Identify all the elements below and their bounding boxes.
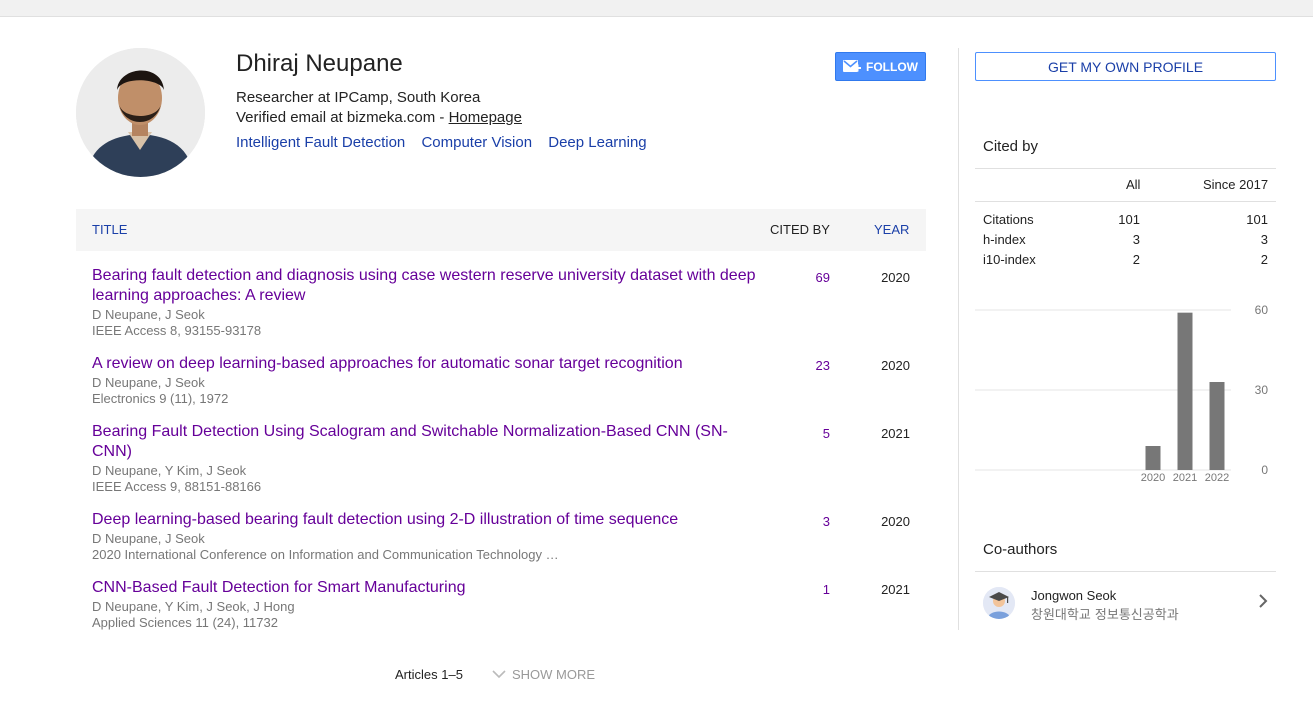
coauthor-item[interactable]: Jongwon Seok 창원대학교 정보통신공학과 [975, 583, 1276, 625]
profile-name: Dhiraj Neupane [236, 50, 403, 77]
get-my-own-profile-button[interactable]: GET MY OWN PROFILE [975, 52, 1276, 81]
show-more-button[interactable]: SHOW MORE [492, 667, 595, 682]
interest-link[interactable]: Intelligent Fault Detection [236, 134, 405, 151]
table-header: TITLE CITED BY YEAR [76, 209, 926, 251]
profile-avatar [76, 48, 205, 177]
metric-label[interactable]: i10-index [983, 252, 1036, 267]
article-authors: D Neupane, J Seok [92, 531, 205, 546]
table-row: Deep learning-based bearing fault detect… [76, 510, 926, 564]
col-header-since: Since 2017 [1203, 177, 1269, 192]
y-tick-label: 0 [1261, 463, 1268, 477]
article-year: 2020 [881, 270, 910, 285]
column-divider [958, 48, 959, 630]
divider [975, 168, 1276, 169]
article-title[interactable]: Deep learning-based bearing fault detect… [92, 510, 760, 530]
cited-by-title: Cited by [983, 138, 1039, 155]
metric-all: 101 [1118, 212, 1140, 227]
cited-count[interactable]: 69 [816, 270, 830, 285]
follow-label: FOLLOW [866, 59, 918, 74]
col-header-all: All [1126, 177, 1141, 192]
divider [975, 571, 1276, 572]
coauthor-affiliation: 창원대학교 정보통신공학과 [1031, 608, 1179, 623]
metric-since: 3 [1260, 232, 1268, 247]
articles-range: Articles 1–5 [395, 667, 463, 682]
sort-by-title[interactable]: TITLE [92, 222, 127, 237]
article-source: IEEE Access 9, 88151-88166 [92, 479, 262, 494]
article-title[interactable]: Bearing fault detection and diagnosis us… [92, 266, 760, 306]
divider [975, 201, 1276, 202]
table-row: A review on deep learning-based approach… [76, 354, 926, 408]
coauthor-name: Jongwon Seok [1031, 588, 1117, 603]
article-authors: D Neupane, J Seok [92, 307, 205, 322]
mail-icon [843, 59, 861, 72]
article-year: 2021 [881, 582, 910, 597]
article-authors: D Neupane, Y Kim, J Seok [92, 463, 247, 478]
article-year: 2020 [881, 358, 910, 373]
coauthors-title: Co-authors [983, 541, 1058, 558]
sort-by-cited[interactable]: CITED BY [770, 222, 830, 237]
article-source: IEEE Access 8, 93155-93178 [92, 323, 262, 338]
coauthor-avatar [983, 587, 1015, 619]
homepage-link[interactable]: Homepage [449, 109, 522, 126]
table-row: Bearing fault detection and diagnosis us… [76, 266, 926, 340]
top-bar [0, 0, 1313, 17]
y-tick-label: 60 [1255, 303, 1269, 317]
cited-count[interactable]: 23 [816, 358, 830, 373]
table-row: Bearing Fault Detection Using Scalogram … [76, 422, 926, 496]
metric-since: 2 [1260, 252, 1268, 267]
follow-button[interactable]: FOLLOW [835, 52, 926, 81]
cited-count[interactable]: 1 [823, 582, 830, 597]
chart-bar-2022[interactable] [1209, 382, 1225, 470]
show-more-label: SHOW MORE [512, 667, 596, 682]
chart-bar-2021[interactable] [1177, 312, 1193, 470]
interest-link[interactable]: Computer Vision [421, 134, 532, 151]
x-tick-label: 2021 [1173, 472, 1197, 484]
article-title[interactable]: Bearing Fault Detection Using Scalogram … [92, 422, 760, 462]
email-text: Verified email at bizmeka.com - [236, 109, 449, 126]
cited-count[interactable]: 3 [823, 514, 830, 529]
cited-count[interactable]: 5 [823, 426, 830, 441]
metric-since: 101 [1246, 212, 1268, 227]
y-tick-label: 30 [1255, 383, 1269, 397]
article-title[interactable]: A review on deep learning-based approach… [92, 354, 760, 374]
article-source: Electronics 9 (11), 1972 [92, 391, 229, 406]
chart-bar-2020[interactable] [1145, 446, 1161, 470]
chevron-right-icon [1259, 594, 1268, 608]
profile-email: Verified email at bizmeka.com - Homepage [236, 109, 522, 126]
article-year: 2021 [881, 426, 910, 441]
sort-by-year[interactable]: YEAR [874, 222, 909, 237]
chevron-down-icon [492, 670, 506, 679]
x-tick-label: 2020 [1141, 472, 1165, 484]
article-authors: D Neupane, Y Kim, J Seok, J Hong [92, 599, 295, 614]
profile-affiliation: Researcher at IPCamp, South Korea [236, 89, 481, 106]
table-row: CNN-Based Fault Detection for Smart Manu… [76, 578, 926, 632]
interest-link[interactable]: Deep Learning [548, 134, 646, 151]
research-interests: Intelligent Fault Detection Computer Vis… [236, 134, 659, 151]
metric-label[interactable]: Citations [983, 212, 1034, 227]
metric-all: 2 [1132, 252, 1140, 267]
citations-chart: 60 30 0 2020 2021 2022 [975, 303, 1269, 484]
article-source: 2020 International Conference on Informa… [92, 547, 559, 562]
x-tick-label: 2022 [1205, 472, 1229, 484]
metric-label[interactable]: h-index [983, 232, 1026, 247]
article-year: 2020 [881, 514, 910, 529]
metric-all: 3 [1132, 232, 1140, 247]
article-title[interactable]: CNN-Based Fault Detection for Smart Manu… [92, 578, 760, 598]
article-authors: D Neupane, J Seok [92, 375, 205, 390]
article-source: Applied Sciences 11 (24), 11732 [92, 615, 278, 630]
